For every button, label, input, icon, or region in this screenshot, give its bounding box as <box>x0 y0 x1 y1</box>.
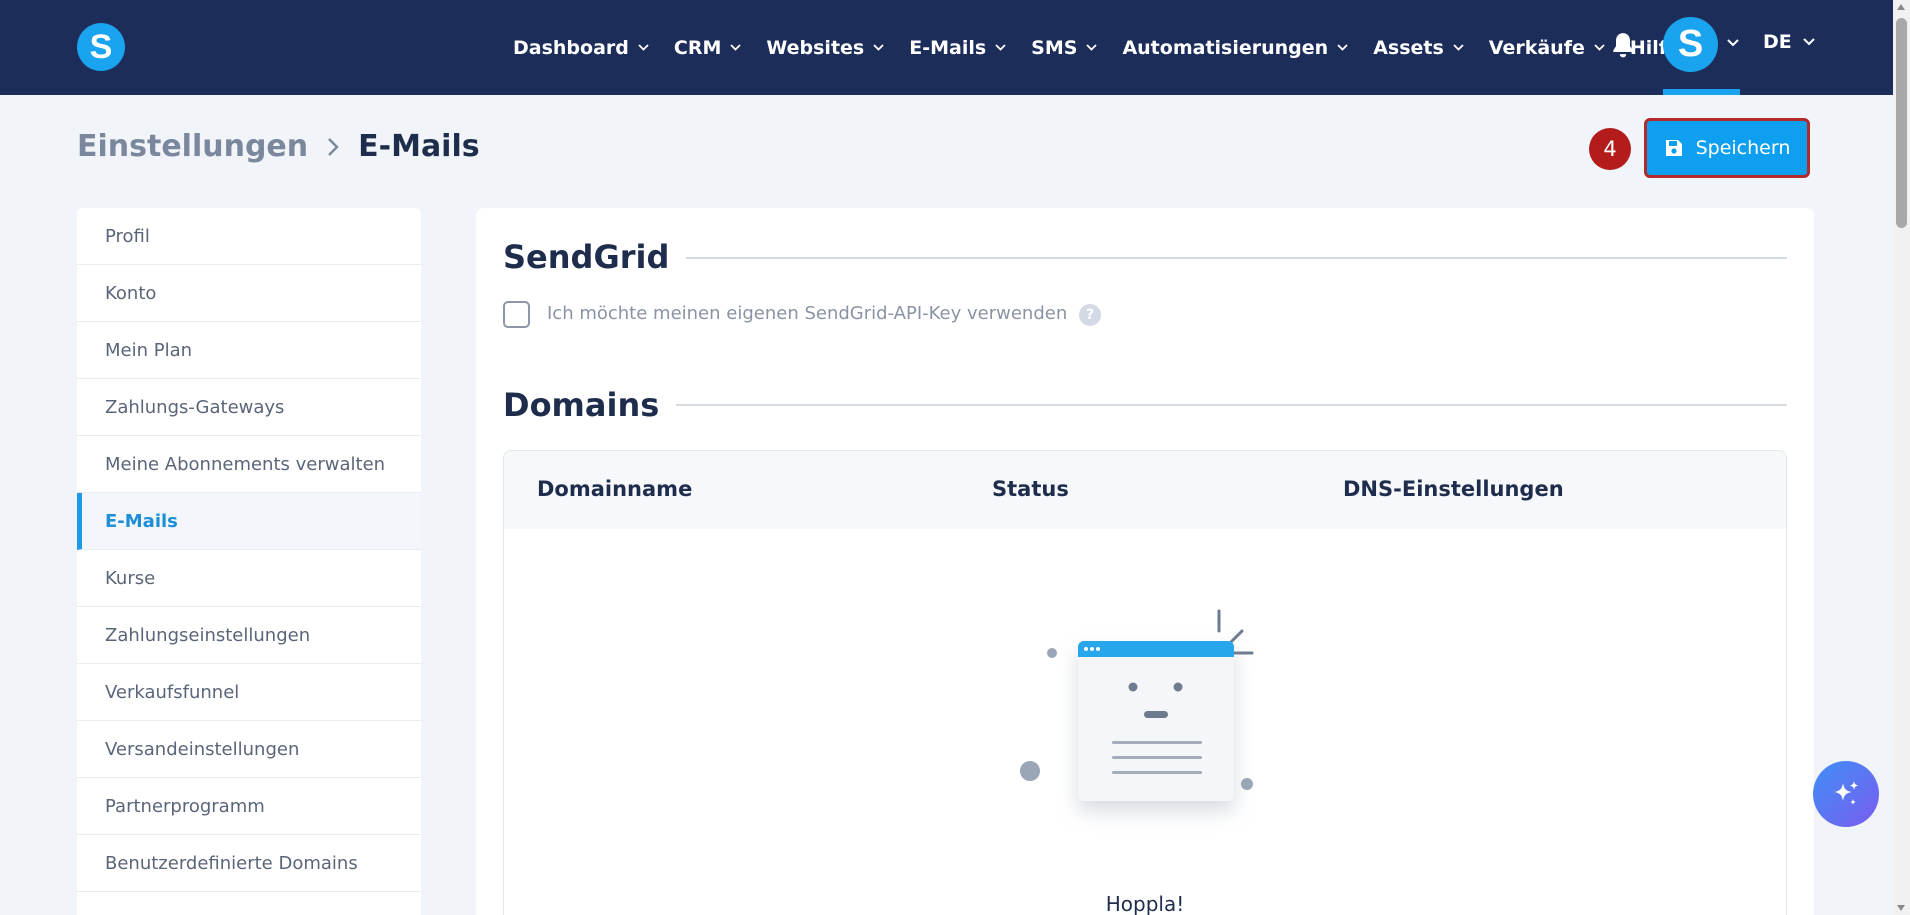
chevron-down-icon <box>1802 37 1816 47</box>
nav-item-label: Automatisierungen <box>1122 36 1329 59</box>
chevron-right-icon <box>326 136 340 158</box>
column-header-status: Status <box>992 477 1069 501</box>
main-nav: Dashboard CRM Websites E-Mails SMS Automatisi… <box>513 0 1704 95</box>
app-logo[interactable]: S <box>77 23 125 71</box>
nav-item-dashboard[interactable]: Dashboard <box>513 37 650 59</box>
table-header: Domainname Status DNS-Einstellungen <box>504 451 1786 529</box>
floppy-disk-icon <box>1665 140 1682 156</box>
nav-item-assets[interactable]: Assets <box>1373 37 1465 59</box>
step-badge: 4 <box>1589 128 1631 170</box>
settings-sidebar: Profil Konto Mein Plan Zahlungs-Gateways Mei… <box>77 208 421 915</box>
sidebar-item-verkaufsfunnel[interactable]: Verkaufsfunnel <box>77 664 421 721</box>
save-button[interactable]: Speichern <box>1644 118 1810 178</box>
sendgrid-own-key-checkbox[interactable] <box>503 301 530 328</box>
bell-icon[interactable] <box>1610 31 1636 59</box>
save-button-label: Speichern <box>1695 137 1791 159</box>
nav-item-label: CRM <box>673 36 722 59</box>
nav-item-websites[interactable]: Websites <box>766 37 885 59</box>
email-settings-card: SendGrid Ich möchte meinen eigenen SendG… <box>476 208 1814 915</box>
column-header-dns-settings: DNS-Einstellungen <box>1343 477 1564 501</box>
chevron-down-icon <box>729 43 742 52</box>
scroll-down-arrow-icon[interactable] <box>1897 905 1905 911</box>
nav-item-verk-ufe[interactable]: Verkäufe <box>1489 37 1606 59</box>
column-header-domainname: Domainname <box>537 477 693 501</box>
nav-item-label: E-Mails <box>909 36 987 59</box>
nav-item-label: Assets <box>1373 36 1444 59</box>
sparkles-icon <box>1834 781 1859 805</box>
chevron-down-icon <box>1593 43 1606 52</box>
sidebar-item-zahlungs-gateways[interactable]: Zahlungs-Gateways <box>77 379 421 436</box>
empty-state-illustration <box>1020 609 1254 801</box>
nav-item-sms[interactable]: SMS <box>1031 37 1098 59</box>
sendgrid-section-title: SendGrid <box>503 238 670 276</box>
breadcrumb: Einstellungen E-Mails <box>77 129 480 164</box>
section-divider <box>676 404 1787 406</box>
breadcrumb-parent[interactable]: Einstellungen <box>77 129 308 164</box>
sidebar-item-zahlungseinstellungen[interactable]: Zahlungseinstellungen <box>77 607 421 664</box>
chevron-down-icon <box>637 43 650 52</box>
sidebar-item-benutzerdefinierte-domains[interactable]: Benutzerdefinierte Domains <box>77 835 421 892</box>
ai-assistant-button[interactable] <box>1813 761 1879 827</box>
domains-table: Domainname Status DNS-Einstellungen Hopp… <box>503 450 1787 915</box>
chevron-down-icon <box>872 43 885 52</box>
active-indicator <box>1663 89 1740 95</box>
nav-item-label: SMS <box>1031 36 1078 59</box>
language-selector[interactable]: DE <box>1763 31 1816 53</box>
sidebar-item-kurse[interactable]: Kurse <box>77 550 421 607</box>
page-scrollbar[interactable] <box>1893 0 1910 915</box>
chevron-down-icon <box>1336 43 1349 52</box>
empty-state-text: Hoppla! <box>1105 892 1185 915</box>
domains-section-title: Domains <box>503 386 660 424</box>
sidebar-item-partnerprogramm[interactable]: Partnerprogramm <box>77 778 421 835</box>
page-title: E-Mails <box>358 129 480 164</box>
user-avatar[interactable]: S <box>1663 17 1718 72</box>
nav-item-label: Verkäufe <box>1488 36 1585 59</box>
nav-item-automatisierungen[interactable]: Automatisierungen <box>1122 37 1349 59</box>
scroll-thumb[interactable] <box>1896 18 1907 228</box>
section-divider <box>686 257 1787 259</box>
sidebar-item-konto[interactable]: Konto <box>77 265 421 322</box>
sidebar-item-meine-abonnements-verwalten[interactable]: Meine Abonnements verwalten <box>77 436 421 493</box>
sendgrid-checkbox-label[interactable]: Ich möchte meinen eigenen SendGrid-API-K… <box>547 303 1067 324</box>
nav-item-e-mails[interactable]: E-Mails <box>909 37 1007 59</box>
sidebar-item-versandeinstellungen[interactable]: Versandeinstellungen <box>77 721 421 778</box>
top-navigation-bar: S Dashboard CRM Websites E-Mails SMS Automati… <box>0 0 1893 95</box>
chevron-down-icon <box>1452 43 1465 52</box>
chevron-down-icon[interactable] <box>1726 38 1740 48</box>
chevron-down-icon <box>994 43 1007 52</box>
question-mark-icon[interactable]: ? <box>1079 304 1101 326</box>
language-label: DE <box>1763 31 1792 53</box>
sidebar-item-e-mails[interactable]: E-Mails <box>77 493 421 550</box>
sidebar-item-mein-plan[interactable]: Mein Plan <box>77 322 421 379</box>
chevron-down-icon <box>1085 43 1098 52</box>
nav-item-crm[interactable]: CRM <box>674 37 742 59</box>
scroll-up-arrow-icon[interactable] <box>1897 4 1905 10</box>
sidebar-item-profil[interactable]: Profil <box>77 208 421 265</box>
nav-item-label: Dashboard <box>513 36 629 59</box>
nav-item-label: Websites <box>766 36 865 59</box>
